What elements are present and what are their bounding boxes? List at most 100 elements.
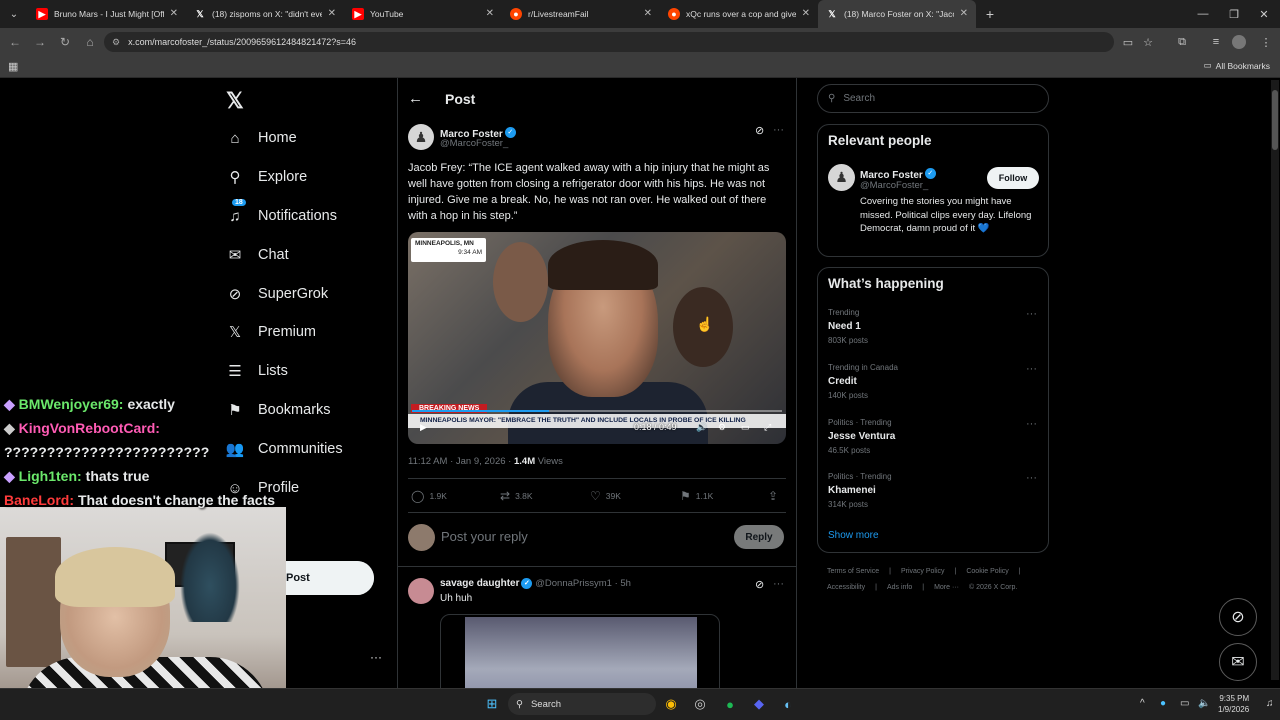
scrollbar-thumb[interactable] <box>1272 90 1278 150</box>
home-button[interactable]: ⌂ <box>78 30 102 54</box>
close-icon[interactable]: ✕ <box>644 8 652 19</box>
forward-button[interactable]: → <box>28 30 52 54</box>
back-button[interactable]: ← <box>3 30 27 54</box>
more-icon[interactable]: ··· <box>1026 308 1037 320</box>
volume-icon[interactable]: 🔈 <box>1198 698 1210 709</box>
sidebar-item-home[interactable]: ⌂ Home <box>226 129 296 147</box>
sidebar-item-explore[interactable]: ⚲ Explore <box>226 168 308 186</box>
more-icon[interactable]: ··· <box>773 124 784 136</box>
trend-name[interactable]: Jesse Ventura <box>828 431 895 442</box>
x-logo-icon[interactable]: 𝕏 <box>226 88 244 114</box>
grok-icon[interactable]: ⊘ <box>755 124 764 137</box>
network-icon[interactable]: ▭ <box>1180 698 1189 709</box>
close-icon[interactable]: ✕ <box>486 8 494 19</box>
sidebar-item-chat[interactable]: ✉ Chat <box>226 246 289 264</box>
restore-button[interactable]: ❐ <box>1218 0 1250 28</box>
browser-tab[interactable]: ▶ Bruno Mars - I Just Might [Offic ✕ <box>28 0 186 28</box>
address-bar[interactable]: ⚙ x.com/marcofoster_/status/200965961248… <box>104 32 1114 52</box>
account-menu-icon[interactable]: ··· <box>370 650 382 664</box>
mic-icon[interactable]: ● <box>1160 698 1166 709</box>
footer-link[interactable]: Accessibility <box>827 584 865 591</box>
trend-name[interactable]: Khamenei <box>828 485 876 496</box>
grok-fab-icon[interactable]: ⊘ <box>1219 598 1257 636</box>
show-more-link[interactable]: Show more <box>828 530 879 541</box>
avatar[interactable]: ♟ <box>408 124 434 150</box>
sidebar-item-premium[interactable]: 𝕏 Premium <box>226 323 316 341</box>
close-icon[interactable]: ✕ <box>802 8 810 19</box>
minimize-button[interactable]: — <box>1187 0 1219 28</box>
avatar[interactable]: ♟ <box>828 164 855 191</box>
sidebar-item-notifications[interactable]: ♫ 18 Notifications <box>226 199 337 225</box>
back-arrow-icon[interactable]: ← <box>408 90 423 107</box>
close-icon[interactable]: ✕ <box>960 8 968 19</box>
more-icon[interactable]: ··· <box>1026 472 1037 484</box>
spotify-icon[interactable]: ● <box>720 694 740 714</box>
sidebar-item-supergrok[interactable]: ⊘ SuperGrok <box>226 285 328 303</box>
grok-icon[interactable]: ⊘ <box>755 578 764 591</box>
chrome-icon[interactable]: ◉ <box>661 694 681 714</box>
windows-start-icon[interactable]: ⊞ <box>482 694 502 714</box>
repost-action[interactable]: ⇄ 3.8K <box>500 489 533 503</box>
footer-link[interactable]: Cookie Policy <box>966 568 1008 575</box>
tab-search-button[interactable]: ⌄ <box>0 0 28 28</box>
browser-tab[interactable]: ▶ YouTube ✕ <box>344 0 502 28</box>
messages-fab-icon[interactable]: ✉ <box>1219 643 1257 681</box>
sidebar-item-lists[interactable]: ☰ Lists <box>226 362 288 380</box>
apps-icon[interactable]: ▦ <box>8 60 18 73</box>
browser-tab[interactable]: 𝕏 (18) zispoms on X: "didn't even ✕ <box>186 0 344 28</box>
reply-button[interactable]: Reply <box>734 525 784 549</box>
site-info-icon[interactable]: ⚙ <box>112 37 120 48</box>
close-window-button[interactable]: ✕ <box>1248 0 1280 28</box>
notification-bell-icon[interactable]: ♫ <box>1266 698 1274 709</box>
more-icon[interactable]: ··· <box>1026 363 1037 375</box>
more-icon[interactable]: ··· <box>773 578 784 590</box>
more-icon[interactable]: ··· <box>1026 418 1037 430</box>
play-icon[interactable]: ▶ <box>420 422 427 433</box>
share-action[interactable]: ⇪ <box>768 489 778 503</box>
sidebar-item-label: Lists <box>258 363 288 379</box>
pip-icon[interactable]: ▭ <box>741 422 750 433</box>
footer-link[interactable]: More ··· <box>934 584 959 591</box>
chat-message: thats true <box>85 468 150 484</box>
browser-tab[interactable]: ● xQc runs over a cop and gives ✕ <box>660 0 818 28</box>
scrollbar[interactable] <box>1271 80 1279 680</box>
taskbar-clock[interactable]: 9:35 PM 1/9/2026 <box>1218 693 1249 715</box>
trend-name[interactable]: Need 1 <box>828 321 861 332</box>
discord-icon[interactable]: ◆ <box>749 694 769 714</box>
post-button-visible-part[interactable]: Post <box>286 561 374 595</box>
comment-author[interactable]: savage daughter ✓ @DonnaPrissym1 · 5h <box>440 578 631 589</box>
browser-tab[interactable]: ● r/LivestreamFail ✕ <box>502 0 660 28</box>
volume-icon[interactable]: 🔊 <box>696 422 707 433</box>
like-action[interactable]: ♡ 39K <box>590 489 621 503</box>
reply-action[interactable]: ◯ 1.9K <box>411 489 447 503</box>
tray-chevron-icon[interactable]: ^ <box>1140 698 1145 709</box>
video-player[interactable]: MINNEAPOLIS, MN 9:34 AM BREAKING NEWS MIN… <box>408 232 786 444</box>
cast-icon[interactable]: ▭ <box>1118 32 1138 52</box>
browser-tab-active[interactable]: 𝕏 (18) Marco Foster on X: "Jacob ✕ <box>818 0 976 28</box>
footer-link[interactable]: Ads info <box>887 584 912 591</box>
extensions-icon[interactable]: ⧉ <box>1172 32 1192 52</box>
media-icon[interactable]: ≡ <box>1206 32 1226 52</box>
settings-icon[interactable]: ⚙ <box>718 422 726 433</box>
avatar[interactable] <box>408 578 434 604</box>
reply-input[interactable]: Post your reply <box>441 529 528 544</box>
footer-link[interactable]: Privacy Policy <box>901 568 945 575</box>
follow-button[interactable]: Follow <box>987 167 1039 189</box>
steam-icon[interactable]: ◐ <box>778 694 798 714</box>
trend-name[interactable]: Credit <box>828 376 857 387</box>
bookmark-action[interactable]: ⚑ 1.1K <box>680 489 713 503</box>
search-input[interactable]: ⚲ Search <box>817 84 1049 113</box>
taskbar-search[interactable]: ⚲ Search <box>508 693 656 715</box>
close-icon[interactable]: ✕ <box>328 8 336 19</box>
new-tab-button[interactable]: + <box>976 0 1004 28</box>
menu-icon[interactable]: ⋮ <box>1256 32 1276 52</box>
reload-button[interactable]: ↻ <box>53 30 77 54</box>
video-progress-bar[interactable] <box>412 410 782 412</box>
all-bookmarks-button[interactable]: ▭ All Bookmarks <box>1204 60 1270 71</box>
app-icon[interactable]: ◎ <box>690 694 710 714</box>
close-icon[interactable]: ✕ <box>170 8 178 19</box>
fullscreen-icon[interactable]: ⤢ <box>764 422 771 433</box>
footer-link[interactable]: Terms of Service <box>827 568 879 575</box>
avatar[interactable] <box>1232 35 1246 49</box>
star-icon[interactable]: ☆ <box>1138 32 1158 52</box>
